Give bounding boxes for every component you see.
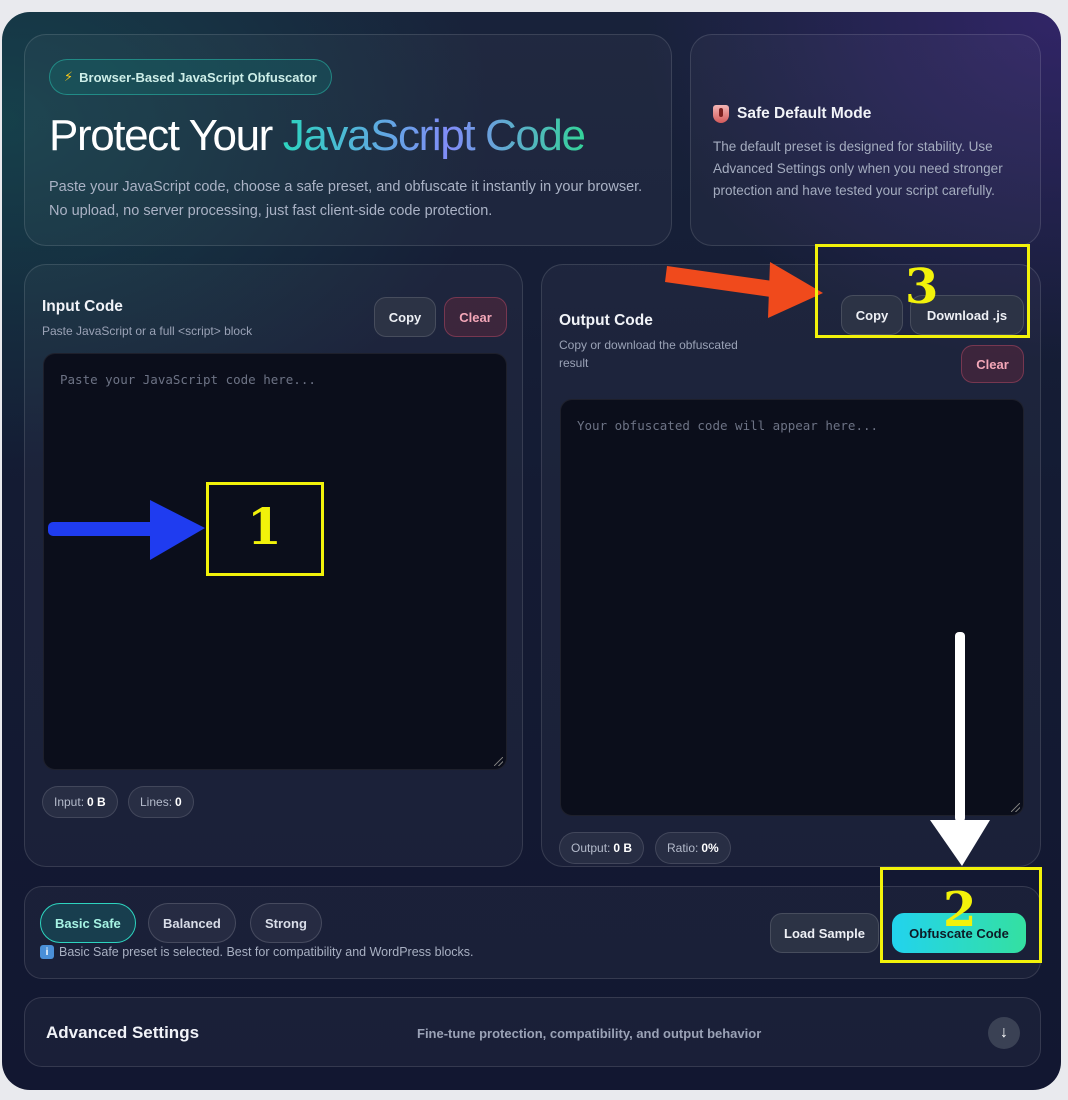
preset-note-text: Basic Safe preset is selected. Best for … — [59, 945, 474, 959]
stat-label: Input: — [54, 795, 85, 809]
stat-value: 0 B — [613, 841, 633, 855]
hero-badge-label: Browser-Based JavaScript Obfuscator — [79, 69, 317, 85]
safe-mode-title: Safe Default Mode — [737, 105, 872, 122]
hero-card: ⚡ Browser-Based JavaScript Obfuscator Pr… — [24, 34, 672, 246]
preset-basic-safe[interactable]: Basic Safe — [40, 903, 136, 943]
info-icon: i — [40, 945, 54, 959]
stat-value: 0 B — [87, 795, 106, 809]
shield-icon — [713, 105, 729, 123]
output-code-textarea[interactable]: Your obfuscated code will appear here... — [560, 399, 1024, 816]
input-panel-subtitle: Paste JavaScript or a full <script> bloc… — [42, 324, 253, 338]
input-panel-title: Input Code — [42, 298, 123, 315]
safe-mode-text: The default preset is designed for stabi… — [713, 139, 1003, 198]
stat-label: Output: — [571, 841, 611, 855]
hero-badge: ⚡ Browser-Based JavaScript Obfuscator — [49, 59, 332, 95]
annotation-number-3: 3 — [905, 259, 939, 315]
stat-value: 0% — [701, 841, 719, 855]
output-panel: Output Code Copy or download the obfusca… — [541, 264, 1041, 867]
input-lines-stat: Lines: 0 — [128, 786, 194, 818]
resize-handle[interactable] — [494, 757, 503, 766]
page-title-plain: Protect Your — [49, 111, 283, 160]
output-size-stat: Output: 0 B — [559, 832, 645, 864]
lightning-icon: ⚡ — [64, 69, 74, 84]
advanced-settings-bar[interactable]: Advanced Settings Fine-tune protection, … — [24, 997, 1041, 1067]
input-placeholder: Paste your JavaScript code here... — [60, 372, 316, 387]
safe-mode-heading: Safe Default Mode — [713, 105, 871, 123]
annotation-number-1: 1 — [247, 497, 282, 556]
input-copy-button[interactable]: Copy — [374, 297, 436, 337]
input-clear-button[interactable]: Clear — [444, 297, 507, 337]
output-clear-button[interactable]: Clear — [961, 345, 1024, 383]
preset-balanced[interactable]: Balanced — [148, 903, 236, 943]
load-sample-button[interactable]: Load Sample — [770, 913, 879, 953]
advanced-settings-subtitle: Fine-tune protection, compatibility, and… — [417, 1026, 762, 1041]
advanced-settings-title: Advanced Settings — [46, 1023, 200, 1042]
preset-strong[interactable]: Strong — [250, 903, 322, 943]
input-size-stat: Input: 0 B — [42, 786, 118, 818]
output-ratio-stat: Ratio: 0% — [655, 832, 731, 864]
output-panel-title: Output Code — [559, 312, 653, 329]
annotation-number-2: 2 — [943, 882, 977, 938]
stat-label: Lines: — [140, 795, 173, 809]
resize-handle[interactable] — [1011, 803, 1020, 812]
arrow-down-icon[interactable]: ↓ — [988, 1017, 1020, 1049]
stat-value: 0 — [175, 795, 182, 809]
stat-label: Ratio: — [667, 841, 699, 855]
preset-note: i Basic Safe preset is selected. Best fo… — [40, 945, 474, 959]
output-panel-subtitle: Copy or download the obfuscated result — [559, 338, 738, 370]
page-title: Protect Your JavaScript Code — [49, 111, 586, 161]
safe-mode-card: Safe Default Mode The default preset is … — [690, 34, 1041, 246]
page-title-accent: JavaScript Code — [282, 111, 586, 160]
hero-description: Paste your JavaScript code, choose a saf… — [49, 179, 643, 219]
output-placeholder: Your obfuscated code will appear here... — [577, 418, 879, 433]
